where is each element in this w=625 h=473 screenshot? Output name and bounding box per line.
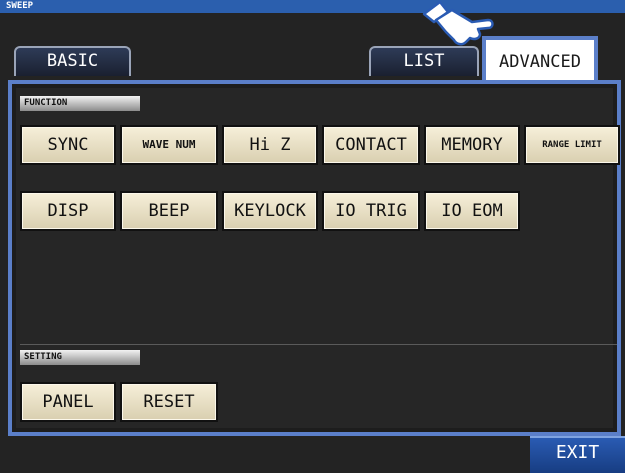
setting-section-label: SETTING <box>20 350 140 365</box>
advanced-panel-body: FUNCTION SYNC WAVE NUM Hi Z CONTACT MEMO… <box>16 88 620 428</box>
tab-list[interactable]: LIST <box>369 46 479 76</box>
wave-num-button[interactable]: WAVE NUM <box>120 125 218 165</box>
disp-button[interactable]: DISP <box>20 191 116 231</box>
advanced-panel: FUNCTION SYNC WAVE NUM Hi Z CONTACT MEMO… <box>8 80 621 436</box>
range-limit-button[interactable]: RANGE LIMIT <box>524 125 620 165</box>
io-trig-button[interactable]: IO TRIG <box>322 191 420 231</box>
keylock-button[interactable]: KEYLOCK <box>222 191 318 231</box>
tab-basic[interactable]: BASIC <box>14 46 131 76</box>
memory-button[interactable]: MEMORY <box>424 125 520 165</box>
exit-label: EXIT <box>555 442 600 463</box>
tab-advanced[interactable]: ADVANCED <box>482 36 598 80</box>
panel-button[interactable]: PANEL <box>20 382 116 422</box>
sync-button[interactable]: SYNC <box>20 125 116 165</box>
screen: SWEEP BASIC LIST ADVANCED FUNCTION SYNC … <box>0 0 625 473</box>
contact-button[interactable]: CONTACT <box>322 125 420 165</box>
exit-button[interactable]: EXIT <box>530 436 625 473</box>
io-eom-button[interactable]: IO EOM <box>424 191 520 231</box>
reset-button[interactable]: RESET <box>120 382 218 422</box>
hi-z-button[interactable]: Hi Z <box>222 125 318 165</box>
pointing-hand-icon <box>422 0 494 46</box>
function-section-label: FUNCTION <box>20 96 140 111</box>
beep-button[interactable]: BEEP <box>120 191 218 231</box>
mode-title: SWEEP <box>0 0 625 13</box>
section-divider <box>20 344 617 345</box>
